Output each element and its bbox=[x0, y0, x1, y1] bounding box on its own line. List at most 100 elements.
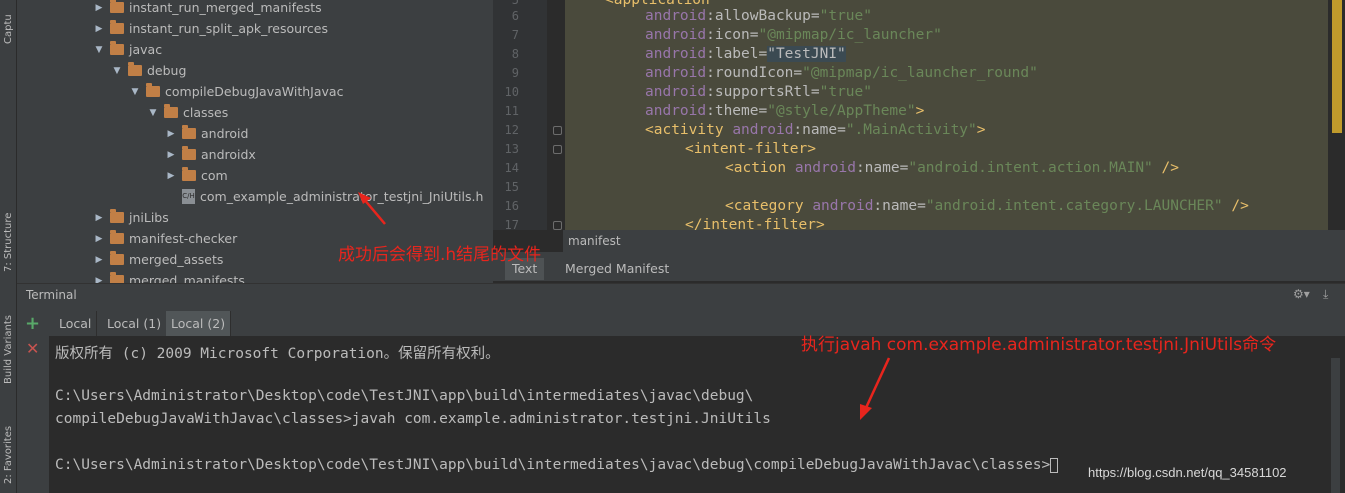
code-area[interactable]: <application android:allowBackup="true" … bbox=[565, 0, 1328, 230]
tree-row[interactable]: ▶ merged_manifests bbox=[93, 270, 245, 283]
folder-icon bbox=[110, 41, 124, 55]
collapsed-arrow-icon[interactable]: ▶ bbox=[165, 129, 177, 139]
folder-icon bbox=[110, 0, 124, 13]
xml-attr: :roundIcon= bbox=[706, 65, 803, 81]
tree-row[interactable]: ▶ android bbox=[165, 123, 248, 144]
terminal-line: compileDebugJavaWithJavac\classes>javah … bbox=[55, 411, 771, 427]
expanded-arrow-icon[interactable]: ▼ bbox=[111, 66, 123, 76]
gear-icon[interactable]: ⚙▾ bbox=[1293, 287, 1310, 301]
tree-row[interactable]: ▶ merged_assets bbox=[93, 249, 223, 270]
tree-row[interactable]: ▶ androidx bbox=[165, 144, 256, 165]
terminal-tab-local-1[interactable]: Local (1) bbox=[102, 311, 168, 336]
collapsed-arrow-icon[interactable]: ▶ bbox=[93, 276, 105, 284]
xml-value: "@mipmap/ic_launcher" bbox=[758, 27, 942, 43]
xml-attr: :label= bbox=[706, 46, 768, 62]
tree-row[interactable]: ▼ debug bbox=[111, 60, 186, 81]
terminal-line: C:\Users\Administrator\Desktop\code\Test… bbox=[55, 388, 754, 404]
terminal-tab-local[interactable]: Local bbox=[54, 311, 98, 336]
close-session-icon[interactable]: ✕ bbox=[26, 339, 39, 358]
line-number: 14 bbox=[504, 161, 519, 175]
expanded-arrow-icon[interactable]: ▼ bbox=[129, 87, 141, 97]
expanded-arrow-icon[interactable]: ▼ bbox=[93, 45, 105, 55]
xml-tag-close: /> bbox=[1152, 160, 1179, 176]
xml-tag-close: > bbox=[976, 122, 986, 138]
folder-icon bbox=[182, 146, 196, 160]
line-number: 9 bbox=[511, 66, 519, 80]
line-number: 10 bbox=[504, 85, 519, 99]
collapsed-arrow-icon[interactable]: ▶ bbox=[93, 24, 105, 34]
collapsed-arrow-icon[interactable]: ▶ bbox=[165, 150, 177, 160]
xml-tag-close: /> bbox=[1222, 198, 1249, 214]
line-number: 11 bbox=[504, 104, 519, 118]
xml-tag: </intent-filter> bbox=[685, 217, 825, 230]
xml-namespace: android bbox=[645, 65, 707, 81]
folder-icon bbox=[164, 104, 178, 118]
tree-row[interactable]: ▶ instant_run_merged_manifests bbox=[93, 0, 322, 18]
breadcrumb[interactable]: manifest bbox=[563, 230, 1345, 252]
collapsed-arrow-icon[interactable]: ▶ bbox=[93, 3, 105, 13]
editor-scroll-thumb[interactable] bbox=[1332, 0, 1342, 133]
tree-row[interactable]: ▶ jniLibs bbox=[93, 207, 169, 228]
terminal-prompt: C:\Users\Administrator\Desktop\code\Test… bbox=[55, 457, 1051, 473]
line-number: 17 bbox=[504, 218, 519, 232]
left-tool-strip: Captu 7: Structure Build Variants 2: Fav… bbox=[0, 0, 17, 493]
tree-row-label: manifest-checker bbox=[129, 231, 238, 246]
header-file-icon: C/H bbox=[182, 189, 195, 204]
fold-marker-icon[interactable] bbox=[553, 126, 562, 135]
xml-namespace: android bbox=[645, 84, 707, 100]
favorites-tab[interactable]: 2: Favorites bbox=[1, 400, 16, 484]
xml-tag: <intent-filter> bbox=[685, 141, 816, 157]
tree-row[interactable]: ▼ javac bbox=[93, 39, 162, 60]
tab-merged-manifest[interactable]: Merged Manifest bbox=[558, 258, 676, 280]
xml-attr: :theme= bbox=[706, 103, 768, 119]
xml-namespace: android bbox=[732, 122, 794, 138]
xml-value: ".MainActivity" bbox=[845, 122, 977, 138]
xml-attr: :supportsRtl= bbox=[706, 84, 820, 100]
terminal-tab-local-2[interactable]: Local (2) bbox=[166, 311, 232, 336]
tree-row[interactable]: C/H com_example_administrator_testjni_Jni… bbox=[182, 186, 483, 207]
line-number: 6 bbox=[511, 9, 519, 23]
tree-row-label: compileDebugJavaWithJavac bbox=[165, 84, 344, 99]
xml-attr: :name= bbox=[873, 198, 926, 214]
folder-icon bbox=[110, 272, 124, 283]
xml-value: "@style/AppTheme" bbox=[767, 103, 916, 119]
code-line: <activity android:name=".MainActivity"> bbox=[645, 121, 986, 140]
tree-row[interactable]: ▶ com bbox=[165, 165, 228, 186]
editor-mode-tabs: Text Merged Manifest bbox=[493, 252, 1345, 282]
text-cursor bbox=[1050, 457, 1059, 473]
terminal-scrollbar[interactable] bbox=[1331, 358, 1340, 493]
xml-tag-close: > bbox=[915, 103, 925, 119]
line-number: 12 bbox=[504, 123, 519, 137]
new-session-plus-icon[interactable]: + bbox=[25, 313, 40, 334]
collapsed-arrow-icon[interactable]: ▶ bbox=[93, 255, 105, 265]
tree-row-label: merged_manifests bbox=[129, 273, 245, 283]
collapsed-arrow-icon[interactable]: ▶ bbox=[93, 234, 105, 244]
editor-scrollbar[interactable] bbox=[1329, 0, 1345, 230]
folder-icon bbox=[146, 83, 160, 97]
expanded-arrow-icon[interactable]: ▼ bbox=[147, 108, 159, 118]
xml-attr: :name= bbox=[793, 122, 846, 138]
code-line: </intent-filter> bbox=[685, 216, 825, 230]
code-line: android:supportsRtl="true" bbox=[645, 83, 872, 102]
structure-tab[interactable]: 7: Structure bbox=[1, 190, 16, 272]
tree-row[interactable]: ▼ classes bbox=[147, 102, 228, 123]
xml-value: "android.intent.category.LAUNCHER" bbox=[925, 198, 1223, 214]
tree-row[interactable]: ▶ manifest-checker bbox=[93, 228, 237, 249]
tree-row[interactable]: ▶ instant_run_split_apk_resources bbox=[93, 18, 328, 39]
tree-row-label: instant_run_merged_manifests bbox=[129, 0, 322, 15]
fold-marker-icon[interactable] bbox=[553, 145, 562, 154]
fold-marker-icon[interactable] bbox=[553, 221, 562, 230]
code-line: android:icon="@mipmap/ic_launcher" bbox=[645, 26, 942, 45]
collapsed-arrow-icon[interactable]: ▶ bbox=[93, 213, 105, 223]
code-line: android:label="TestJNI" bbox=[645, 45, 846, 64]
hide-panel-icon[interactable]: ⤓ bbox=[1323, 287, 1328, 302]
tree-row[interactable]: ▼ compileDebugJavaWithJavac bbox=[129, 81, 343, 102]
tree-row-label: debug bbox=[147, 63, 187, 78]
xml-attr: :allowBackup= bbox=[706, 8, 820, 24]
collapsed-arrow-icon[interactable]: ▶ bbox=[165, 171, 177, 181]
code-editor[interactable]: 5 6 7 8 9 10 11 12 13 14 15 16 17 <appli… bbox=[493, 0, 1345, 232]
captures-tab[interactable]: Captu bbox=[1, 0, 16, 44]
xml-attr: :icon= bbox=[706, 27, 759, 43]
build-variants-tab[interactable]: Build Variants bbox=[1, 288, 16, 384]
tree-row-label: instant_run_split_apk_resources bbox=[129, 21, 328, 36]
